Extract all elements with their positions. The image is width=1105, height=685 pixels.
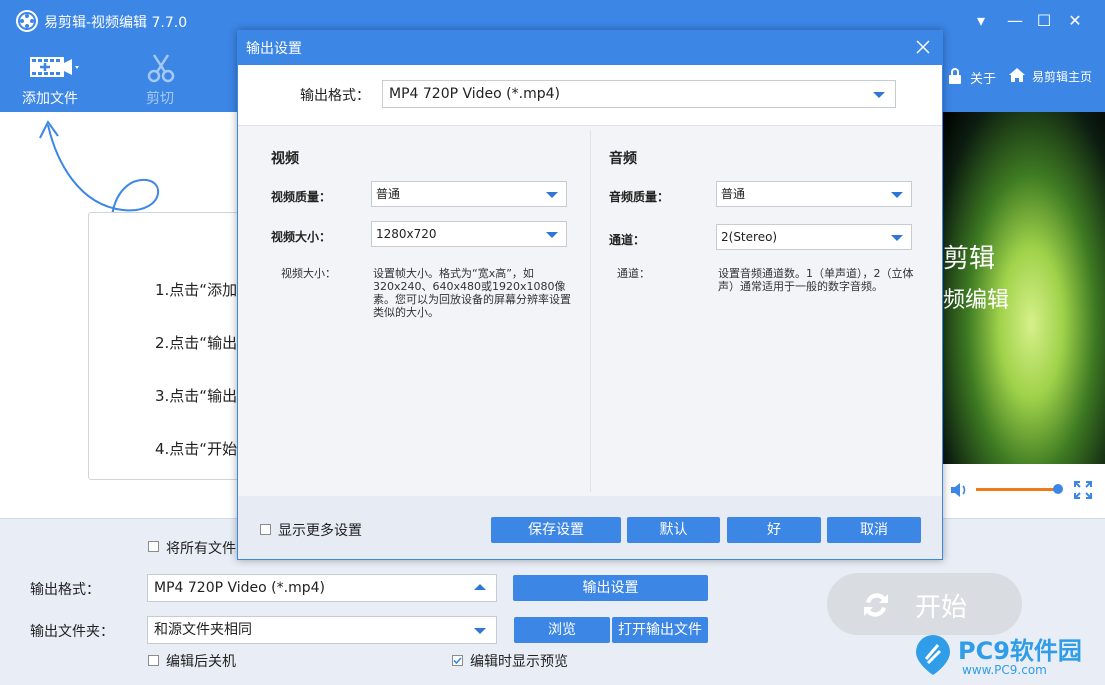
checkmark-icon xyxy=(453,657,462,665)
homepage-button[interactable]: 易剪辑主页 xyxy=(1008,66,1104,88)
browse-button[interactable]: 浏览 xyxy=(514,617,610,643)
fullscreen-icon[interactable] xyxy=(1073,480,1093,504)
video-preview: 剪辑 频编辑 xyxy=(941,112,1105,464)
start-button[interactable]: 开始 xyxy=(827,573,1022,635)
merge-all-label: 将所有文件 xyxy=(166,541,236,557)
preview-title-line1: 剪辑 xyxy=(943,244,996,274)
refresh-icon xyxy=(859,588,893,626)
ok-button[interactable]: 好 xyxy=(727,517,821,543)
step-3: 3.点击“输出 xyxy=(155,387,238,405)
about-button[interactable]: 关于 xyxy=(948,66,1000,88)
lock-icon xyxy=(948,68,962,88)
chevron-down-icon xyxy=(546,232,558,238)
window-title: 易剪辑-视频编辑 7.7.0 xyxy=(44,15,188,31)
dialog-title-bar: 输出设置 xyxy=(238,31,942,65)
video-help-label: 视频大小： xyxy=(281,267,336,280)
output-format-select[interactable]: MP4 720P Video (*.mp4) xyxy=(147,574,497,602)
cancel-button[interactable]: 取消 xyxy=(827,517,921,543)
watermark-url: www.PC9.com xyxy=(962,663,1047,677)
show-more-settings-checkbox[interactable] xyxy=(260,524,271,535)
chevron-down-icon xyxy=(474,628,486,634)
menu-dropdown-icon[interactable]: ▾ xyxy=(969,9,993,33)
cut-label: 剪切 xyxy=(146,91,174,107)
save-settings-button[interactable]: 保存设置 xyxy=(491,517,621,543)
chevron-down-icon xyxy=(546,192,558,198)
cut-button[interactable]: 剪切 xyxy=(136,50,188,107)
homepage-label: 易剪辑主页 xyxy=(1032,70,1093,84)
show-preview-label: 编辑时显示预览 xyxy=(470,654,568,670)
video-quality-label: 视频质量： xyxy=(271,190,332,204)
show-preview-checkbox[interactable] xyxy=(452,655,463,666)
audio-help-label: 通道： xyxy=(617,267,650,280)
shutdown-after-edit-checkbox[interactable] xyxy=(148,655,159,666)
show-more-settings-label: 显示更多设置 xyxy=(278,523,362,539)
audio-channel-label: 通道： xyxy=(609,233,646,247)
app-logo-icon xyxy=(16,10,38,32)
output-settings-dialog: 输出设置 输出格式： MP4 720P Video (*.mp4) 视频 视频质… xyxy=(237,30,943,560)
audio-quality-select[interactable]: 普通 xyxy=(716,181,912,207)
audio-channel-value: 2(Stereo) xyxy=(721,230,778,244)
chevron-down-icon xyxy=(891,235,903,241)
output-format-label: 输出格式： xyxy=(30,582,100,598)
add-file-button[interactable]: 添加文件 xyxy=(18,50,90,107)
watermark-brand: PC9软件园 xyxy=(958,637,1082,665)
audio-channel-select[interactable]: 2(Stereo) xyxy=(716,224,912,250)
close-window-button[interactable]: ✕ xyxy=(1063,9,1087,33)
volume-slider-handle[interactable] xyxy=(1053,484,1063,494)
video-size-value: 1280x720 xyxy=(376,227,437,241)
audio-help-text: 设置音频通道数。1（单声道），2（立体声）通常适用于一般的数字音频。 xyxy=(718,267,914,293)
video-help-text: 设置帧大小。格式为“宽x高”，如320x240、640x480或1920x108… xyxy=(373,267,571,319)
maximize-button[interactable]: ☐ xyxy=(1032,9,1056,33)
step-4: 4.点击“开始 xyxy=(155,440,238,458)
audio-quality-value: 普通 xyxy=(721,187,746,201)
start-label: 开始 xyxy=(915,593,968,623)
step-1: 1.点击“添加 xyxy=(155,281,238,299)
dialog-format-select[interactable]: MP4 720P Video (*.mp4) xyxy=(382,80,896,108)
output-format-value: MP4 720P Video (*.mp4) xyxy=(154,580,325,596)
video-section-title: 视频 xyxy=(271,151,299,167)
output-folder-select[interactable]: 和源文件夹相同 xyxy=(147,616,497,644)
dialog-settings-body: 视频 视频质量： 普通 视频大小： 1280x720 视频大小： 设置帧大小。格… xyxy=(238,126,942,496)
step-2: 2.点击“输出 xyxy=(155,334,238,352)
column-divider xyxy=(590,130,591,492)
scissors-icon xyxy=(144,52,178,88)
chevron-down-icon xyxy=(873,92,885,98)
video-size-label: 视频大小： xyxy=(271,230,332,244)
chevron-down-icon xyxy=(891,192,903,198)
dialog-format-value: MP4 720P Video (*.mp4) xyxy=(389,86,560,102)
video-quality-value: 普通 xyxy=(376,187,401,201)
watermark: PC9软件园 www.PC9.com xyxy=(912,629,1105,685)
add-video-icon xyxy=(28,54,80,84)
audio-quality-label: 音频质量： xyxy=(609,190,670,204)
watermark-logo-icon xyxy=(914,633,952,681)
volume-slider[interactable] xyxy=(976,488,1058,491)
steps-panel: 1.点击“添加 2.点击“输出 3.点击“输出 4.点击“开始 xyxy=(88,212,250,480)
open-output-folder-button[interactable]: 打开输出文件 xyxy=(612,617,708,643)
dialog-close-icon[interactable] xyxy=(916,40,930,58)
audio-section-title: 音频 xyxy=(609,151,637,167)
home-icon xyxy=(1008,67,1026,87)
default-button[interactable]: 默认 xyxy=(627,517,720,543)
dialog-format-row: 输出格式： MP4 720P Video (*.mp4) xyxy=(238,65,942,126)
output-settings-button[interactable]: 输出设置 xyxy=(513,575,708,601)
shutdown-after-edit-label: 编辑后关机 xyxy=(166,654,236,670)
volume-icon[interactable] xyxy=(949,481,969,503)
dialog-format-label: 输出格式： xyxy=(300,88,370,104)
player-controls xyxy=(941,464,1105,518)
preview-title-line2: 频编辑 xyxy=(943,288,1010,313)
video-size-select[interactable]: 1280x720 xyxy=(371,221,567,247)
chevron-up-icon xyxy=(474,584,486,590)
output-folder-value: 和源文件夹相同 xyxy=(154,622,252,638)
add-file-label: 添加文件 xyxy=(22,91,78,107)
merge-all-checkbox[interactable] xyxy=(148,541,159,552)
output-folder-label: 输出文件夹： xyxy=(30,624,114,640)
about-label: 关于 xyxy=(970,72,997,87)
minimize-button[interactable]: — xyxy=(1003,9,1027,33)
video-quality-select[interactable]: 普通 xyxy=(371,181,567,207)
dialog-title: 输出设置 xyxy=(246,41,302,57)
